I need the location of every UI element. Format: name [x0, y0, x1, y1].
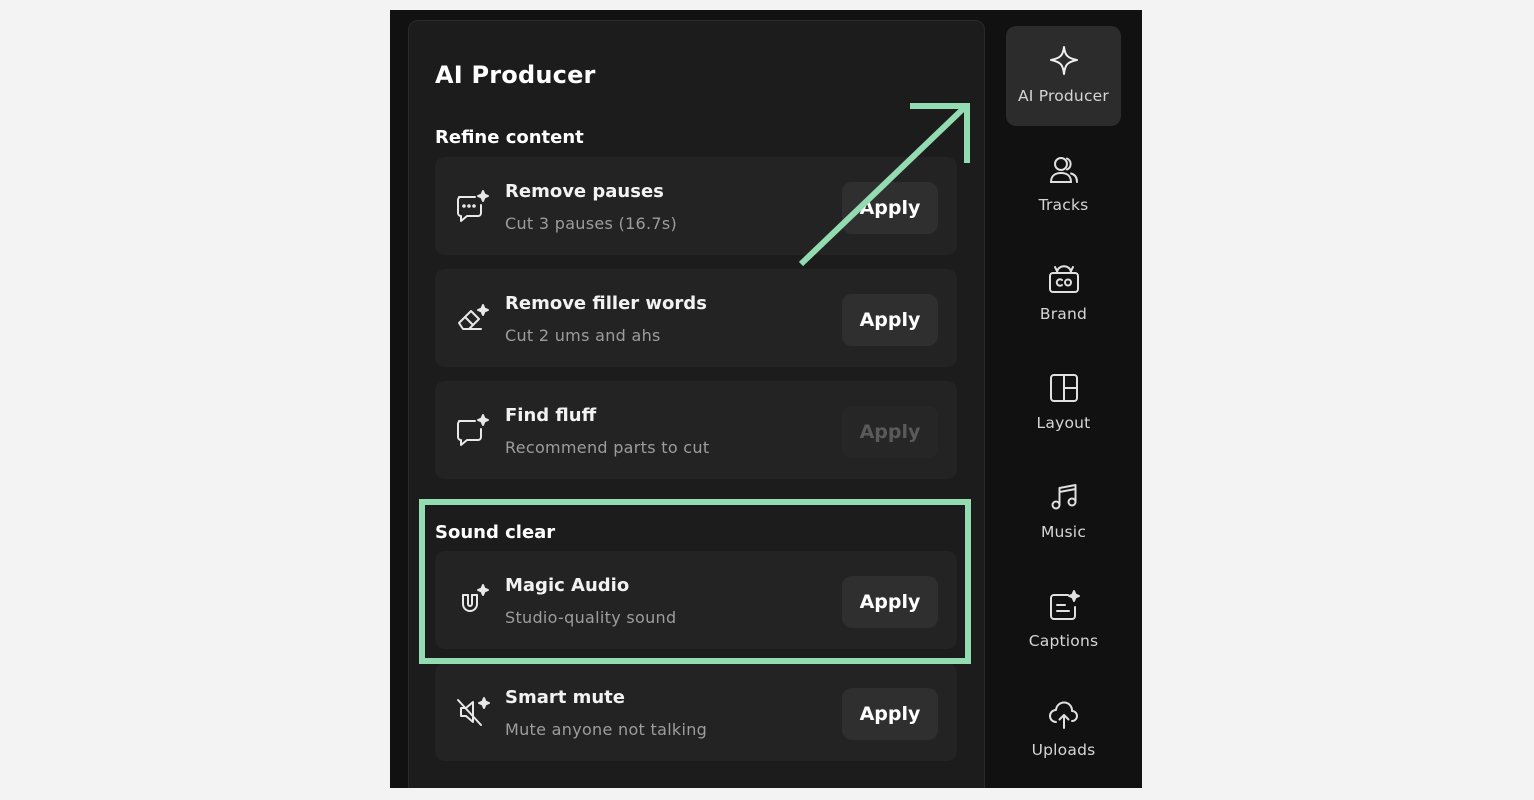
card-title: Remove pauses — [505, 181, 664, 202]
card-magic-audio: Magic Audio Studio-quality sound Apply — [435, 551, 957, 649]
captions-icon — [1047, 589, 1081, 623]
layout-icon — [1047, 371, 1081, 405]
apply-magic-audio-button[interactable]: Apply — [842, 576, 938, 628]
apply-smart-mute-button[interactable]: Apply — [842, 688, 938, 740]
apply-remove-filler-words-button[interactable]: Apply — [842, 294, 938, 346]
nav-item-tracks[interactable]: Tracks — [1006, 135, 1121, 235]
card-subtitle: Cut 3 pauses (16.7s) — [505, 214, 678, 233]
right-sidebar-nav: AI Producer Tracks Brand Layout Music Ca… — [1002, 10, 1142, 788]
apply-remove-pauses-button[interactable]: Apply — [842, 182, 938, 234]
card-remove-filler-words: Remove filler words Cut 2 ums and ahs Ap… — [435, 269, 957, 367]
users-icon — [1047, 153, 1081, 187]
nav-label: Music — [1040, 523, 1087, 541]
sparkle-chat-dots-icon — [455, 189, 491, 223]
ai-producer-panel: AI Producer Refine content Remove pauses… — [408, 20, 985, 788]
section-title-refine-content: Refine content — [435, 127, 584, 148]
sparkle-icon — [1047, 44, 1081, 78]
nav-item-music[interactable]: Music — [1006, 462, 1121, 562]
sparkle-magnet-icon — [455, 583, 491, 617]
cloud-upload-icon — [1047, 698, 1081, 732]
nav-item-ai-producer[interactable]: AI Producer — [1006, 26, 1121, 126]
card-find-fluff: Find fluff Recommend parts to cut Apply — [435, 381, 957, 479]
card-smart-mute: Smart mute Mute anyone not talking Apply — [435, 663, 957, 761]
nav-label: AI Producer — [1018, 87, 1109, 105]
apply-find-fluff-button[interactable]: Apply — [842, 406, 938, 458]
music-note-icon — [1047, 480, 1081, 514]
nav-label: Brand — [1039, 305, 1088, 323]
card-remove-pauses: Remove pauses Cut 3 pauses (16.7s) Apply — [435, 157, 957, 255]
app-window: AI Producer Refine content Remove pauses… — [390, 10, 1142, 788]
card-title: Remove filler words — [505, 293, 707, 314]
nav-item-brand[interactable]: Brand — [1006, 244, 1121, 344]
card-subtitle: Recommend parts to cut — [505, 438, 710, 457]
nav-label: Layout — [1036, 414, 1091, 432]
nav-item-captions[interactable]: Captions — [1006, 571, 1121, 671]
card-title: Find fluff — [505, 405, 597, 426]
brand-kit-icon — [1047, 262, 1081, 296]
card-subtitle: Mute anyone not talking — [505, 720, 708, 739]
nav-label: Captions — [1028, 632, 1099, 650]
nav-label: Tracks — [1038, 196, 1089, 214]
nav-label: Uploads — [1031, 741, 1096, 759]
card-title: Smart mute — [505, 687, 625, 708]
sparkle-mute-icon — [455, 695, 491, 729]
sparkle-chat-icon — [455, 413, 491, 447]
nav-item-uploads[interactable]: Uploads — [1006, 680, 1121, 780]
panel-title: AI Producer — [435, 61, 596, 89]
card-title: Magic Audio — [505, 575, 630, 596]
card-subtitle: Studio-quality sound — [505, 608, 677, 627]
section-title-sound-clear: Sound clear — [435, 522, 556, 543]
sparkle-eraser-icon — [455, 301, 491, 335]
nav-item-layout[interactable]: Layout — [1006, 353, 1121, 453]
card-subtitle: Cut 2 ums and ahs — [505, 326, 661, 345]
